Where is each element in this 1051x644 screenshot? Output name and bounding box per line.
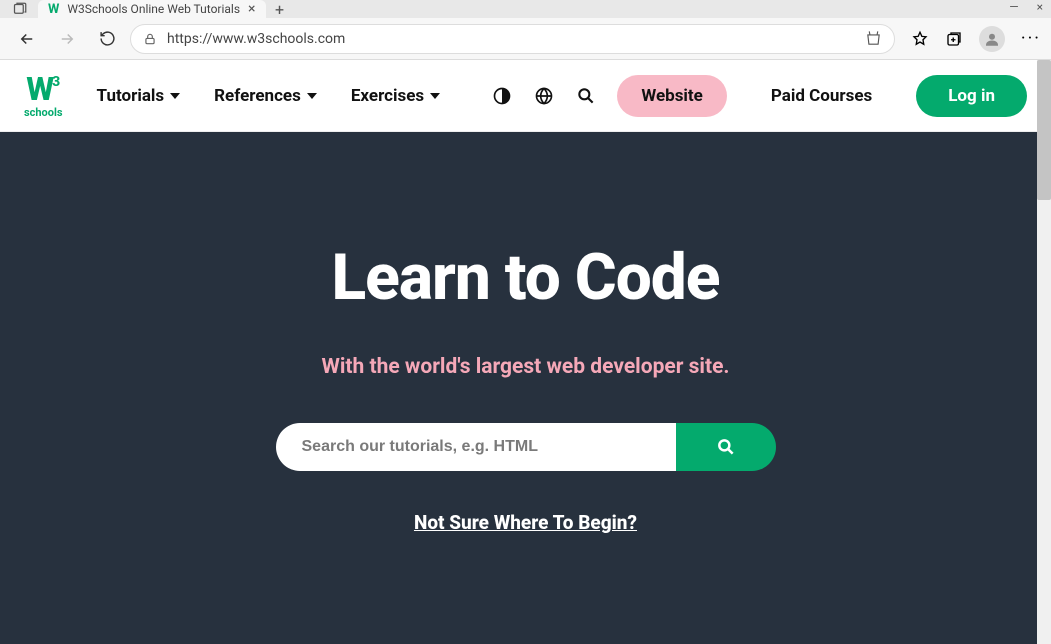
not-sure-link[interactable]: Not Sure Where To Begin? bbox=[414, 511, 637, 534]
address-bar[interactable]: https://www.w3schools.com bbox=[130, 24, 895, 54]
hero-section: Learn to Code With the world's largest w… bbox=[0, 132, 1051, 644]
paid-courses-link[interactable]: Paid Courses bbox=[747, 75, 896, 117]
tab-favicon-icon: W bbox=[48, 2, 59, 17]
search-input[interactable] bbox=[276, 423, 676, 471]
chevron-down-icon bbox=[170, 93, 180, 99]
site-header: W 3 schools Tutorials References Exercis… bbox=[0, 60, 1051, 132]
window-close-icon[interactable]: × bbox=[1037, 0, 1043, 14]
url-text: https://www.w3schools.com bbox=[167, 31, 855, 47]
refresh-button[interactable] bbox=[90, 22, 124, 56]
chevron-down-icon bbox=[430, 93, 440, 99]
tab-overview-icon[interactable] bbox=[0, 2, 38, 17]
tab-close-icon[interactable]: × bbox=[248, 1, 255, 17]
lock-icon bbox=[143, 32, 157, 46]
more-menu-icon[interactable]: ··· bbox=[1021, 28, 1041, 49]
window-minimize-icon[interactable]: — bbox=[1009, 0, 1018, 14]
hero-headline: Learn to Code bbox=[332, 240, 720, 315]
scrollbar-thumb[interactable] bbox=[1037, 60, 1051, 200]
nav-references[interactable]: References bbox=[214, 86, 317, 106]
collections-icon[interactable] bbox=[945, 30, 963, 48]
browser-tab-strip: W W3Schools Online Web Tutorials × + — × bbox=[0, 0, 1051, 18]
search-button[interactable] bbox=[676, 423, 776, 471]
profile-avatar[interactable] bbox=[979, 26, 1005, 52]
favorites-icon[interactable] bbox=[911, 30, 929, 48]
back-button[interactable] bbox=[10, 22, 44, 56]
logo-sub: schools bbox=[24, 107, 63, 118]
theme-toggle-icon[interactable] bbox=[491, 85, 513, 107]
browser-toolbar: https://www.w3schools.com ··· bbox=[0, 18, 1051, 60]
forward-button bbox=[50, 22, 84, 56]
hero-subhead: With the world's largest web developer s… bbox=[321, 355, 729, 379]
nav-exercises[interactable]: Exercises bbox=[351, 86, 440, 106]
globe-icon[interactable] bbox=[533, 85, 555, 107]
search-icon[interactable] bbox=[575, 85, 597, 107]
shopping-icon[interactable] bbox=[865, 30, 882, 47]
logo-w: W bbox=[26, 73, 52, 105]
website-button[interactable]: Website bbox=[617, 75, 727, 117]
hero-search bbox=[276, 423, 776, 471]
tab-title: W3Schools Online Web Tutorials bbox=[67, 2, 240, 16]
new-tab-button[interactable]: + bbox=[266, 0, 294, 19]
logo-sup: 3 bbox=[52, 75, 60, 89]
page-scrollbar[interactable] bbox=[1037, 60, 1051, 644]
chevron-down-icon bbox=[307, 93, 317, 99]
nav-tutorials[interactable]: Tutorials bbox=[97, 86, 181, 106]
login-button[interactable]: Log in bbox=[916, 75, 1027, 117]
browser-tab-active[interactable]: W W3Schools Online Web Tutorials × bbox=[38, 0, 266, 18]
logo[interactable]: W 3 schools bbox=[24, 73, 63, 118]
